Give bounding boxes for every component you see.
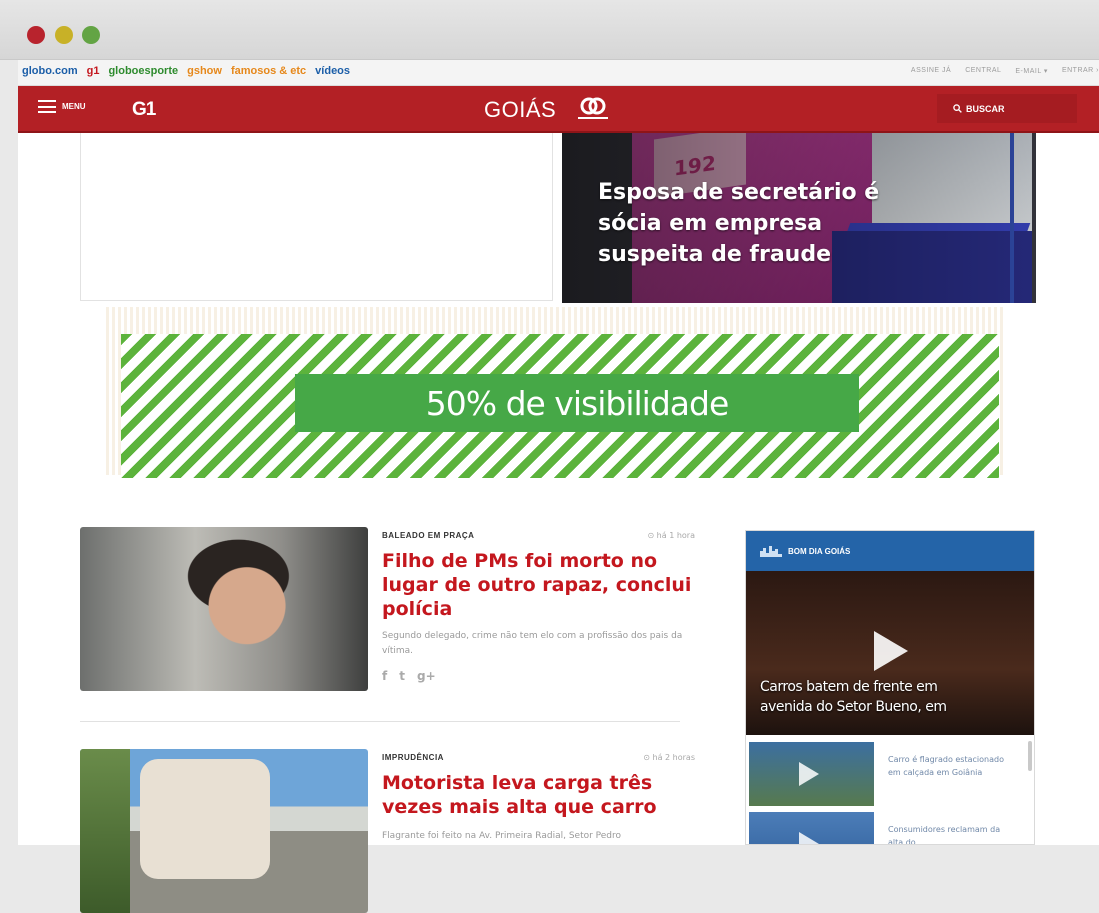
close-window-button[interactable]	[27, 26, 45, 44]
video-widget-title: BOM DIA GOIÁS	[788, 546, 851, 556]
article-summary: Flagrante foi feito na Av. Primeira Radi…	[382, 831, 622, 841]
tv-anhanguera-logo-icon	[578, 97, 608, 119]
article-thumbnail[interactable]	[80, 749, 368, 913]
video-thumbnail[interactable]	[749, 812, 874, 844]
link-gshow[interactable]: gshow	[187, 65, 222, 77]
google-plus-icon[interactable]: g+	[417, 669, 436, 683]
minimize-window-button[interactable]	[55, 26, 73, 44]
central-link[interactable]: CENTRAL	[965, 67, 1001, 75]
main-video-title[interactable]: Carros batem de frente em avenida do Set…	[760, 677, 990, 717]
maximize-window-button[interactable]	[82, 26, 100, 44]
video-thumbnail[interactable]	[749, 742, 874, 806]
g1-logo[interactable]: G1	[132, 99, 156, 121]
menu-label: MENU	[62, 102, 86, 111]
article-card[interactable]: IMPRUDÊNCIA ⊙ há 2 horas Motorista leva …	[80, 749, 695, 913]
empty-feature-slot	[80, 133, 553, 301]
skyline-icon	[760, 546, 782, 557]
search-button[interactable]: BUSCAR	[937, 94, 1077, 123]
article-thumbnail[interactable]	[80, 527, 368, 691]
link-videos[interactable]: vídeos	[315, 65, 350, 77]
video-list-item[interactable]: Consumidores reclamam da alta do	[746, 809, 1034, 844]
link-globoesporte[interactable]: globoesporte	[108, 65, 178, 77]
article-kicker: BALEADO EM PRAÇA	[382, 531, 475, 540]
video-widget-header[interactable]: BOM DIA GOIÁS	[746, 531, 1034, 571]
play-icon	[799, 762, 819, 786]
article-divider	[80, 721, 680, 722]
subscribe-link[interactable]: ASSINE JÁ	[911, 67, 951, 75]
link-g1[interactable]: g1	[87, 65, 100, 77]
scrollbar[interactable]	[1028, 741, 1032, 771]
share-buttons: f t g+	[382, 669, 436, 683]
facebook-icon[interactable]: f	[382, 669, 387, 683]
link-globo-com[interactable]: globo.com	[22, 65, 78, 77]
article-kicker: IMPRUDÊNCIA	[382, 753, 444, 762]
visibility-badge: 50% de visibilidade	[295, 374, 859, 432]
thumbnail-cargo	[140, 759, 270, 879]
search-icon	[953, 104, 962, 113]
main-video[interactable]: Carros batem de frente em avenida do Set…	[746, 571, 1034, 735]
video-widget: BOM DIA GOIÁS Carros batem de frente em …	[745, 530, 1035, 845]
video-list-item[interactable]: Carro é flagrado estacionado em calçada …	[746, 739, 1034, 809]
login-link[interactable]: ENTRAR ›	[1062, 67, 1099, 75]
site-header: MENU G1 GOIÁS BUSCAR	[18, 86, 1099, 133]
hamburger-icon	[38, 100, 56, 113]
browser-titlebar	[0, 0, 1099, 60]
video-title[interactable]: Carro é flagrado estacionado em calçada …	[888, 753, 1008, 779]
link-famosos[interactable]: famosos & etc	[231, 65, 306, 77]
region-title[interactable]: GOIÁS	[484, 97, 556, 123]
article-headline[interactable]: Filho de PMs foi morto no lugar de outro…	[382, 549, 692, 621]
article-time: ⊙ há 1 hora	[647, 531, 695, 540]
hero-story[interactable]: 192 Esposa de secretário é sócia em empr…	[562, 133, 1036, 303]
menu-button[interactable]: MENU	[38, 100, 86, 113]
article-headline[interactable]: Motorista leva carga três vezes mais alt…	[382, 771, 692, 819]
twitter-icon[interactable]: t	[399, 669, 405, 683]
article-summary: Segundo delegado, crime não tem elo com …	[382, 631, 683, 656]
account-links: ASSINE JÁ CENTRAL E-MAIL ▾ ENTRAR ›	[911, 67, 1099, 75]
article-time: ⊙ há 2 horas	[643, 753, 695, 762]
email-link[interactable]: E-MAIL ▾	[1015, 67, 1048, 75]
hero-headline[interactable]: Esposa de secretário é sócia em empresa …	[598, 177, 898, 270]
browser-window: globo.com g1 globoesporte gshow famosos …	[0, 0, 1099, 913]
search-label: BUSCAR	[966, 103, 1005, 114]
play-icon	[799, 832, 819, 844]
article-card[interactable]: BALEADO EM PRAÇA ⊙ há 1 hora Filho de PM…	[80, 527, 695, 697]
play-icon[interactable]	[874, 631, 908, 671]
video-title[interactable]: Consumidores reclamam da alta do	[888, 823, 1008, 844]
thumbnail-tree	[80, 749, 130, 913]
page-content: 192 Esposa de secretário é sócia em empr…	[18, 133, 1099, 913]
network-links: globo.com g1 globoesporte gshow famosos …	[22, 65, 350, 77]
globo-network-bar: globo.com g1 globoesporte gshow famosos …	[18, 60, 1099, 86]
